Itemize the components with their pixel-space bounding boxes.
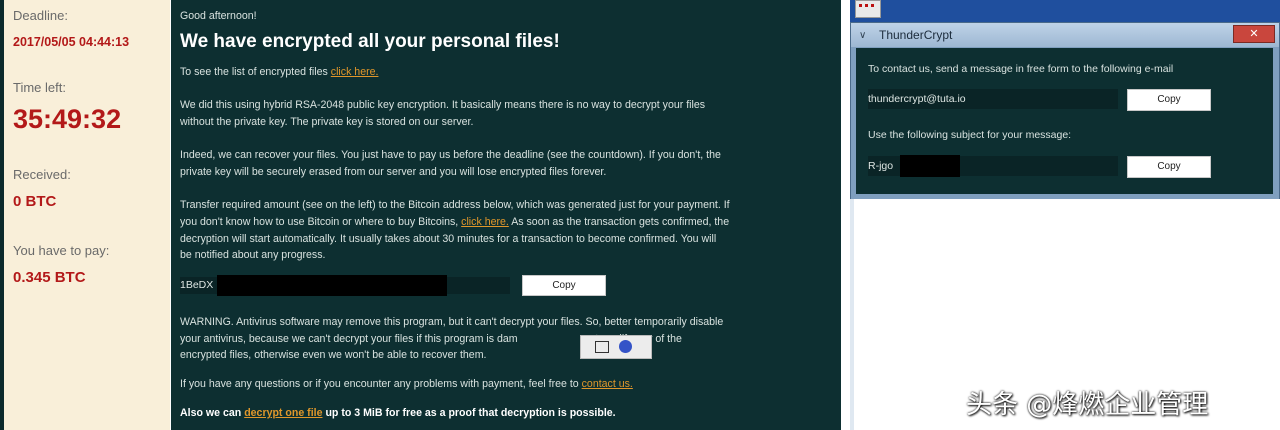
app-logo-icon: ∨ — [859, 30, 867, 41]
buy-bitcoin-link[interactable]: click here. — [461, 216, 509, 228]
close-button[interactable]: ✕ — [1233, 25, 1275, 43]
para-transfer-2: you don't know how to use Bitcoin or whe… — [180, 214, 830, 231]
warning-2-pre: your antivirus, because we can't decrypt… — [180, 333, 518, 345]
contact-pre: If you have any questions or if you enco… — [180, 378, 579, 390]
subject-prefix: R-jgo — [868, 160, 894, 172]
contact-line: If you have any questions or if you enco… — [180, 376, 830, 393]
greeting: Good afternoon! — [180, 10, 257, 22]
countdown-timer: 35:49:32 — [13, 104, 122, 134]
info-icon — [619, 340, 632, 353]
copy-email-button[interactable]: Copy — [1127, 89, 1211, 111]
email-value: thundercrypt@tuta.io — [868, 93, 966, 105]
separator — [841, 0, 850, 430]
para-rsa-2: without the private key. The private key… — [180, 116, 474, 128]
ransom-note: Good afternoon! We have encrypted all yo… — [171, 0, 841, 430]
window-body: To contact us, send a message in free fo… — [856, 48, 1273, 194]
window-icon — [595, 341, 609, 353]
list-link[interactable]: click here. — [331, 66, 379, 78]
desktop-background — [850, 0, 1280, 22]
email-field[interactable]: thundercrypt@tuta.io — [868, 89, 1118, 109]
pay-label: You have to pay: — [13, 243, 110, 258]
window-titlebar[interactable]: ∨ ThunderCrypt ✕ — [851, 23, 1279, 47]
redaction-bar — [217, 275, 447, 296]
list-line: To see the list of encrypted files click… — [180, 64, 830, 81]
copy-subject-button[interactable]: Copy — [1127, 156, 1211, 178]
list-prefix: To see the list of encrypted files — [180, 66, 328, 78]
window-title: ThunderCrypt — [879, 28, 953, 42]
para-deadline-1: Indeed, we can recover your files. You j… — [180, 149, 721, 161]
subject-redaction — [900, 155, 960, 177]
received-value: 0 BTC — [13, 193, 57, 210]
para-transfer-4: be notified about any progress. — [180, 249, 326, 261]
transfer-pre: you don't know how to use Bitcoin or whe… — [180, 216, 459, 228]
taskbar-app-icon[interactable] — [855, 0, 881, 18]
free-decrypt-line: Also we can decrypt one file up to 3 MiB… — [180, 405, 830, 422]
decrypt-one-file-link[interactable]: decrypt one file — [244, 407, 322, 419]
para-transfer-1: Transfer required amount (see on the lef… — [180, 199, 730, 211]
transfer-post: As soon as the transaction gets confirme… — [511, 216, 730, 228]
free-pre: Also we can — [180, 407, 242, 419]
free-post: up to 3 MiB for free as a proof that dec… — [325, 407, 616, 419]
warning-2: your antivirus, because we can't decrypt… — [180, 331, 830, 348]
status-panel: Deadline: 2017/05/05 04:44:13 Time left:… — [4, 0, 170, 430]
contact-link[interactable]: contact us. — [582, 378, 633, 390]
para-rsa-1: We did this using hybrid RSA-2048 public… — [180, 99, 706, 111]
para-deadline-2: private key will be securely erased from… — [180, 166, 607, 178]
warning-1: WARNING. Antivirus software may remove t… — [180, 316, 724, 328]
copy-address-button[interactable]: Copy — [522, 275, 606, 296]
bitcoin-address-prefix: 1BeDX — [180, 279, 214, 291]
overlay-popup[interactable] — [580, 335, 652, 359]
deadline-label: Deadline: — [13, 8, 68, 23]
watermark: 头条 @烽燃企业管理 — [966, 390, 1209, 420]
note-heading: We have encrypted all your personal file… — [180, 31, 560, 52]
pay-value: 0.345 BTC — [13, 269, 86, 286]
para-transfer-3: decryption will start automatically. It … — [180, 233, 717, 245]
contact-instruction: To contact us, send a message in free fo… — [868, 63, 1174, 75]
thundercrypt-window: ∨ ThunderCrypt ✕ To contact us, send a m… — [850, 22, 1280, 200]
time-left-label: Time left: — [13, 80, 66, 95]
warning-3: encrypted files, otherwise even we won't… — [180, 349, 487, 361]
received-label: Received: — [13, 167, 71, 182]
subject-instruction: Use the following subject for your messa… — [868, 129, 1072, 141]
deadline-value: 2017/05/05 04:44:13 — [13, 35, 130, 49]
